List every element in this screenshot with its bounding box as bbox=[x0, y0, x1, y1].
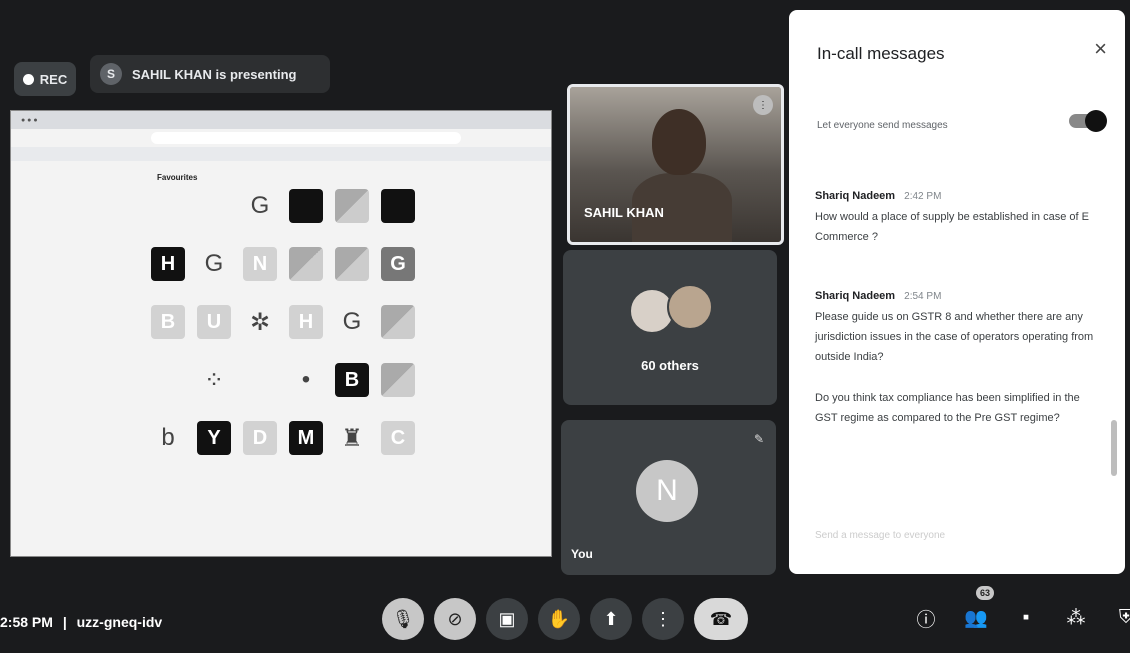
presenter-head bbox=[652, 109, 706, 175]
y-icon: Y bbox=[197, 421, 231, 455]
site-icon bbox=[381, 363, 415, 397]
favourites-grid: G H G N G B U ✲ H G ⁘ • B b Y D M ♜ C bbox=[151, 189, 425, 455]
present-icon[interactable]: ⬆ bbox=[590, 598, 632, 640]
chat-message: Shariq Nadeem 2:42 PM How would a place … bbox=[815, 186, 1095, 247]
self-avatar: N bbox=[636, 460, 698, 522]
figure-icon: ♜ bbox=[341, 424, 363, 452]
chat-message: Shariq Nadeem 2:54 PM Please guide us on… bbox=[815, 286, 1095, 367]
chat-input[interactable]: Send a message to everyone bbox=[815, 530, 945, 541]
mic-off-icon: ✎ bbox=[753, 432, 764, 446]
google-icon: G bbox=[250, 192, 270, 219]
meeting-code: uzz-gneq-idv bbox=[76, 614, 163, 630]
h-icon: H bbox=[289, 305, 323, 339]
bookmarks-bar bbox=[11, 147, 551, 161]
chat-scrollbar[interactable] bbox=[1111, 420, 1117, 476]
n-icon: N bbox=[243, 247, 277, 281]
message-sender: Shariq Nadeem bbox=[815, 190, 896, 202]
b-icon: B bbox=[151, 305, 185, 339]
message-text: Please guide us on GSTR 8 and whether th… bbox=[815, 311, 1094, 363]
c-icon: C bbox=[381, 421, 415, 455]
b-icon: B bbox=[335, 363, 369, 397]
dots-icon: ⁘ bbox=[203, 366, 225, 394]
browser-url-bar bbox=[151, 132, 461, 144]
rec-label: REC bbox=[39, 71, 68, 87]
meeting-info: 2:58 PM | uzz-gneq-idv bbox=[0, 614, 162, 630]
apple-icon bbox=[151, 363, 185, 397]
chat-message: Do you think tax compliance has been sim… bbox=[815, 388, 1095, 428]
site-icon bbox=[381, 189, 415, 223]
host-controls-icon[interactable]: ⛨ bbox=[1108, 600, 1130, 636]
clock-time: 2:58 PM bbox=[0, 614, 53, 630]
u-icon: U bbox=[197, 305, 231, 339]
audio-level-icon: ⋮ bbox=[753, 95, 773, 115]
people-count-badge: 63 bbox=[975, 586, 994, 600]
more-icon[interactable]: ⋮ bbox=[642, 598, 684, 640]
allow-messages-toggle[interactable] bbox=[1069, 110, 1107, 132]
self-label: You bbox=[571, 547, 593, 561]
camera-off-icon[interactable]: ⊘ bbox=[434, 598, 476, 640]
presenter-name: SAHIL KHAN bbox=[584, 205, 664, 220]
presenting-banner: S SAHIL KHAN is presenting bbox=[90, 55, 330, 93]
h-icon: H bbox=[151, 247, 185, 281]
people-icon[interactable]: 👥 63 bbox=[958, 586, 994, 636]
presenting-text: SAHIL KHAN is presenting bbox=[132, 66, 297, 82]
favourites-label: Favourites bbox=[157, 173, 198, 182]
shared-screen: ● ● ● Favourites G H G N G B U ✲ H G ⁘ •… bbox=[10, 110, 552, 557]
browser-dot-icon: ● ● ● bbox=[21, 116, 38, 124]
mic-off-icon[interactable]: 🎙 bbox=[382, 598, 424, 640]
raise-hand-icon[interactable]: ✋ bbox=[538, 598, 580, 640]
others-label: 60 others bbox=[641, 358, 699, 373]
message-time: 2:42 PM bbox=[904, 191, 942, 202]
site-icon bbox=[335, 247, 369, 281]
side-controls: ⓘ 👥 63 ▪ ⁂ ⛨ bbox=[908, 586, 1130, 636]
chat-permission-label: Let everyone send messages bbox=[817, 120, 948, 131]
site-icon bbox=[289, 189, 323, 223]
separator: | bbox=[62, 614, 67, 630]
d-icon: D bbox=[243, 421, 277, 455]
chat-panel: In-call messages × Let everyone send mes… bbox=[789, 10, 1125, 574]
call-controls: 🎙 ⊘ ▣ ✋ ⬆ ⋮ ☎ bbox=[382, 598, 748, 640]
message-time: 2:54 PM bbox=[904, 291, 942, 302]
presenter-avatar: S bbox=[100, 63, 122, 85]
record-dot-icon bbox=[22, 73, 34, 85]
m-icon: M bbox=[289, 421, 323, 455]
site-icon bbox=[335, 189, 369, 223]
site-icon bbox=[289, 247, 323, 281]
b-lower-icon: b bbox=[161, 424, 175, 451]
message-sender: Shariq Nadeem bbox=[815, 290, 896, 302]
presenter-video-tile[interactable]: ⋮ SAHIL KHAN bbox=[567, 84, 784, 245]
chat-icon[interactable]: ▪ bbox=[1008, 600, 1044, 636]
dot-icon: • bbox=[301, 366, 311, 393]
others-tile[interactable]: 60 others bbox=[563, 250, 777, 405]
participant-avatar bbox=[667, 284, 713, 330]
captions-icon[interactable]: ▣ bbox=[486, 598, 528, 640]
activities-icon[interactable]: ⁂ bbox=[1058, 600, 1094, 636]
g-letter-icon: G bbox=[381, 247, 415, 281]
site-icon bbox=[381, 305, 415, 339]
browser-toolbar: ● ● ● bbox=[11, 111, 551, 129]
google-icon: G bbox=[342, 308, 362, 335]
message-text: How would a place of supply be establish… bbox=[815, 211, 1089, 243]
apple-icon bbox=[243, 363, 277, 397]
end-call-icon[interactable]: ☎ bbox=[694, 598, 748, 640]
apple-icon bbox=[197, 189, 231, 223]
recording-badge[interactable]: REC bbox=[14, 62, 76, 96]
message-text: Do you think tax compliance has been sim… bbox=[815, 392, 1080, 424]
google-icon: G bbox=[204, 250, 224, 277]
spinner-icon: ✲ bbox=[249, 308, 271, 336]
close-icon[interactable]: × bbox=[1094, 36, 1107, 62]
info-icon[interactable]: ⓘ bbox=[908, 600, 944, 636]
apple-icon bbox=[151, 189, 185, 223]
self-video-tile[interactable]: ✎ N You bbox=[561, 420, 776, 575]
chat-title: In-call messages bbox=[817, 44, 945, 63]
